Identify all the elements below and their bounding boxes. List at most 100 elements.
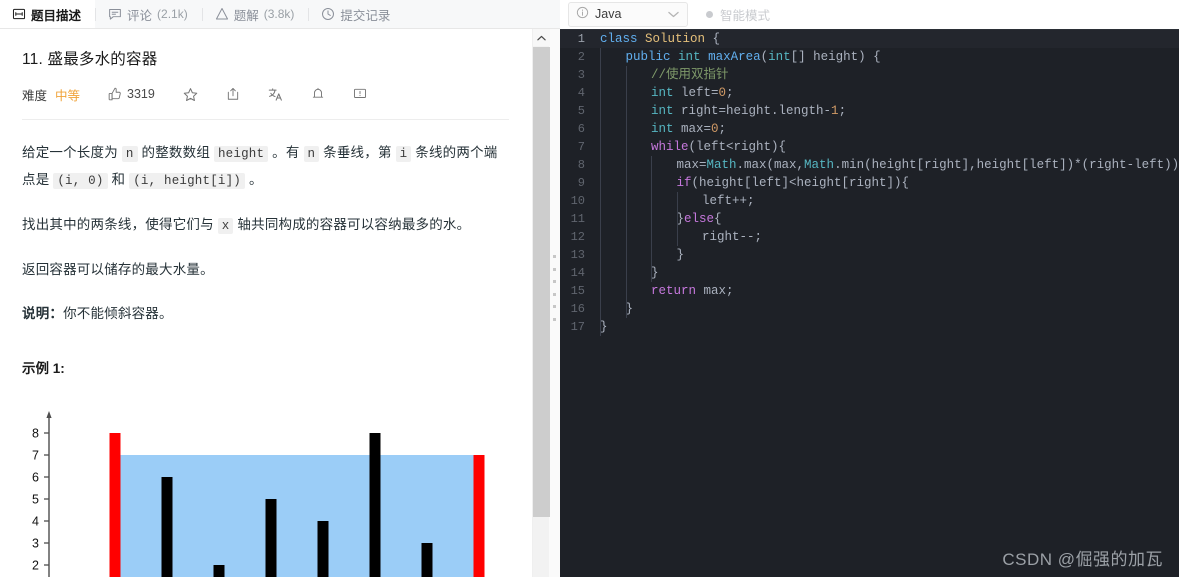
y-tick-label: 6 [32, 471, 39, 485]
statement-text: 你不能倾斜容器。 [63, 306, 173, 321]
indent-guide [625, 156, 627, 174]
code-token: } [676, 212, 685, 226]
bell-button[interactable] [311, 87, 325, 101]
code-line[interactable]: 1 class Solution { [560, 30, 1179, 48]
tab-4[interactable]: 提交记录 [309, 0, 404, 28]
code-editor[interactable]: 1 class Solution {2 public int maxArea(int… [560, 29, 1179, 577]
problem-panel: 题目描述 评论 (2.1k) 题解 (3.8k) 提交记录 11. 盛最多水的容器 难… [0, 0, 560, 577]
code-line[interactable]: 13} [560, 246, 1179, 264]
tab-1[interactable]: 题目描述 [0, 0, 96, 28]
difficulty-label: 难度 [22, 88, 48, 103]
code-line[interactable]: 17} [560, 318, 1179, 336]
code-line[interactable]: 12 right--; [560, 228, 1179, 246]
feedback-icon [353, 87, 367, 101]
indent-guide [600, 66, 601, 84]
indent-guide [651, 156, 652, 174]
tab-2[interactable]: 评论 (2.1k) [96, 0, 202, 28]
indent-guide [600, 282, 601, 300]
code-token: [] height) { [790, 50, 881, 64]
code-line[interactable]: 16} [560, 300, 1179, 318]
app-root: 题目描述 评论 (2.1k) 题解 (3.8k) 提交记录 11. 盛最多水的容器 难… [0, 0, 1179, 577]
line-content: return max; [596, 282, 1171, 300]
code-line[interactable]: 5 int right=height.length-1; [560, 102, 1179, 120]
code-line[interactable]: 14} [560, 264, 1179, 282]
indent-guide [600, 264, 601, 282]
code-token: } [600, 320, 608, 334]
code-line[interactable]: 15 return max; [560, 282, 1179, 300]
line-content: } [596, 318, 1171, 336]
statement-text: 返回容器可以储存的最大水量。 [22, 262, 214, 277]
statement-text: 的整数数组 [137, 145, 214, 160]
code-line[interactable]: 8 max=Math.max(max,Math.min(height[right]… [560, 156, 1179, 174]
scrollbar-thumb[interactable] [533, 47, 550, 517]
code-lines[interactable]: 1 class Solution {2 public int maxArea(int… [560, 30, 1179, 336]
tab-3[interactable]: 题解 (3.8k) [203, 0, 309, 28]
share-button[interactable] [226, 87, 240, 101]
bar [265, 499, 277, 577]
code-line[interactable]: 9 if(height[left]<height[right]){ [560, 174, 1179, 192]
code-token: int [651, 104, 674, 118]
line-number: 16 [570, 302, 585, 316]
star-button[interactable] [183, 87, 198, 102]
bar [317, 521, 329, 577]
translate-button[interactable] [268, 87, 283, 102]
feedback-button[interactable] [353, 87, 367, 101]
statement-text: 条垂线，第 [319, 145, 396, 160]
code-line[interactable]: 10 left++; [560, 192, 1179, 210]
indent-guide [600, 84, 601, 102]
code-editor-panel: Java 智能模式 1 class Solution {2 public int m… [560, 0, 1179, 577]
code-line[interactable]: 11}else{ [560, 210, 1179, 228]
handle-dot [553, 292, 556, 296]
chevron-down-icon [668, 7, 679, 21]
editor-toolbar: Java 智能模式 [560, 0, 1179, 29]
line-number: 9 [577, 176, 585, 190]
bell-icon [311, 87, 325, 101]
inline-code: height [213, 146, 269, 162]
panel-resize-handle[interactable] [551, 255, 558, 321]
indent-guide [600, 300, 601, 318]
clock-history-icon [321, 7, 335, 21]
code-token: while [651, 140, 689, 154]
inline-code: x [217, 218, 234, 234]
bar-chart: 012345678 [32, 411, 485, 577]
line-number: 11 [570, 212, 585, 226]
indent-guide [600, 102, 601, 120]
star-icon [183, 87, 198, 102]
code-line[interactable]: 2 public int maxArea(int[] height) { [560, 48, 1179, 66]
code-token: { [705, 32, 721, 46]
line-number: 4 [577, 86, 585, 100]
code-token: ( [760, 50, 769, 64]
code-token: ; [718, 122, 727, 136]
divider [22, 119, 509, 120]
code-line[interactable]: 7 while(left<right){ [560, 138, 1179, 156]
code-token: int [651, 122, 674, 136]
statement-text: 和 [107, 172, 130, 187]
handle-dot [553, 267, 556, 271]
handle-dot [553, 280, 556, 284]
line-number: 12 [570, 230, 585, 244]
problem-tabs: 题目描述 评论 (2.1k) 题解 (3.8k) 提交记录 [0, 0, 560, 29]
line-content: max=Math.max(max,Math.min(height[right],… [596, 156, 1179, 174]
content-scrollbar[interactable] [532, 29, 550, 577]
line-content: if(height[left]<height[right]){ [596, 174, 1171, 192]
line-number: 5 [577, 104, 585, 118]
language-select[interactable]: Java [568, 1, 688, 27]
code-token: left++; [702, 194, 755, 208]
code-line[interactable]: 4 int left=0; [560, 84, 1179, 102]
code-line[interactable]: 6 int max=0; [560, 120, 1179, 138]
code-token: //使用双指针 [651, 68, 729, 82]
indent-guide [600, 192, 601, 210]
thumbs-up-button[interactable]: 3319 [108, 87, 155, 101]
scroll-up-button[interactable] [533, 29, 550, 46]
code-token: 0 [711, 122, 719, 136]
y-tick-label: 3 [32, 537, 39, 551]
smart-mode-toggle[interactable]: 智能模式 [706, 5, 770, 24]
code-line[interactable]: 3 //使用双指针 [560, 66, 1179, 84]
watermark: CSDN @倔强的加瓦 [1002, 550, 1163, 569]
indent-guide [625, 84, 627, 102]
highlight-bar [109, 433, 121, 577]
y-tick-label: 2 [32, 559, 39, 573]
code-token: .min(height[right],height[left])*(right-… [834, 158, 1179, 172]
